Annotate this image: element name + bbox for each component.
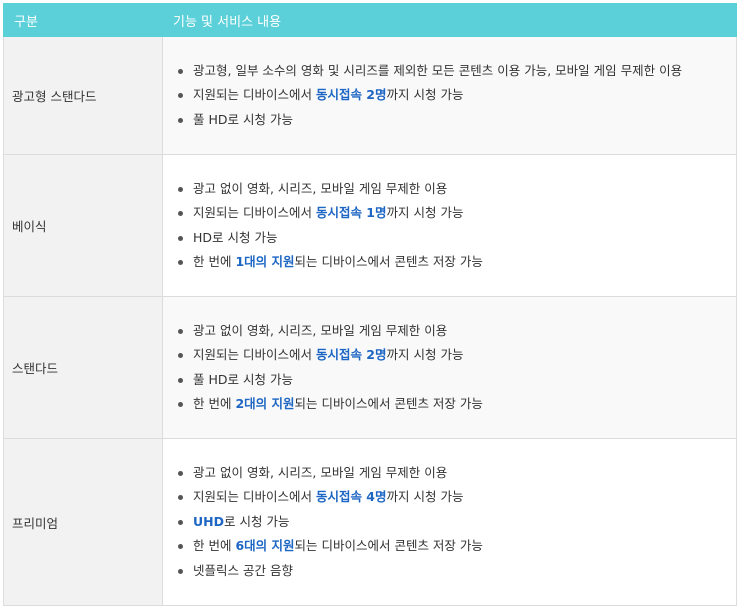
- feature-text: 지원되는 디바이스에서: [193, 87, 316, 103]
- feature-list: 광고형, 일부 소수의 영화 및 시리즈를 제외한 모든 콘텐츠 이용 가능, …: [173, 59, 726, 133]
- feature-text: 로 시청 가능: [224, 513, 290, 529]
- feature-text: 한 번에: [193, 254, 236, 269]
- feature-item: 지원되는 디바이스에서 동시접속 1명까지 시청 가능: [178, 201, 726, 226]
- feature-text: HD로 시청 가능: [193, 229, 278, 245]
- plan-name: 광고형 스탠다드: [3, 36, 163, 155]
- feature-item: 한 번에 6대의 지원되는 디바이스에서 콘텐츠 저장 가능: [178, 534, 726, 559]
- feature-item: 풀 HD로 시청 가능: [178, 368, 726, 393]
- feature-text: 광고 없이 영화, 시리즈, 모바일 게임 무제한 이용: [193, 322, 448, 338]
- feature-text: 까지 시청 가능: [386, 489, 464, 505]
- feature-text: 광고형, 일부 소수의 영화 및 시리즈를 제외한 모든 콘텐츠 이용 가능, …: [193, 62, 683, 78]
- feature-item: 지원되는 디바이스에서 동시접속 4명까지 시청 가능: [178, 485, 726, 510]
- feature-highlight: 동시접속 4명: [315, 489, 387, 505]
- feature-item: 지원되는 디바이스에서 동시접속 2명까지 시청 가능: [178, 343, 726, 368]
- feature-item: 광고형, 일부 소수의 영화 및 시리즈를 제외한 모든 콘텐츠 이용 가능, …: [178, 59, 726, 84]
- plan-row-standard: 스탠다드 광고 없이 영화, 시리즈, 모바일 게임 무제한 이용지원되는 디바…: [3, 296, 737, 439]
- feature-item: 한 번에 1대의 지원되는 디바이스에서 콘텐츠 저장 가능: [178, 250, 726, 275]
- feature-text: 한 번에: [193, 396, 236, 411]
- feature-item: 넷플릭스 공간 음향: [178, 559, 726, 584]
- feature-text: 지원되는 디바이스에서: [193, 347, 316, 362]
- feature-text: 까지 시청 가능: [386, 87, 464, 103]
- plan-features: 광고형, 일부 소수의 영화 및 시리즈를 제외한 모든 콘텐츠 이용 가능, …: [162, 36, 737, 155]
- header-category: 구분: [3, 3, 163, 37]
- feature-item: UHD로 시청 가능: [178, 510, 726, 535]
- feature-text: 되는 디바이스에서 콘텐츠 저장 가능: [294, 396, 483, 411]
- plan-row-premium: 프리미엄 광고 없이 영화, 시리즈, 모바일 게임 무제한 이용지원되는 디바…: [3, 438, 737, 606]
- feature-list: 광고 없이 영화, 시리즈, 모바일 게임 무제한 이용지원되는 디바이스에서 …: [173, 461, 726, 584]
- feature-text: 되는 디바이스에서 콘텐츠 저장 가능: [294, 538, 483, 554]
- feature-text: 까지 시청 가능: [386, 205, 464, 220]
- plan-comparison-table: 구분 기능 및 서비스 내용 광고형 스탠다드 광고형, 일부 소수의 영화 및…: [3, 3, 737, 606]
- feature-item: 광고 없이 영화, 시리즈, 모바일 게임 무제한 이용: [178, 319, 726, 344]
- feature-text: 지원되는 디바이스에서: [193, 489, 316, 505]
- feature-text: 지원되는 디바이스에서: [193, 205, 316, 220]
- plan-name: 스탠다드: [3, 296, 163, 439]
- feature-highlight: 동시접속 1명: [315, 205, 387, 220]
- feature-text: 광고 없이 영화, 시리즈, 모바일 게임 무제한 이용: [193, 180, 448, 196]
- feature-text: 한 번에: [193, 538, 236, 554]
- feature-text: 풀 HD로 시청 가능: [193, 371, 293, 387]
- feature-highlight: 1대의 지원: [235, 254, 295, 269]
- feature-text: 까지 시청 가능: [386, 347, 464, 362]
- plan-features: 광고 없이 영화, 시리즈, 모바일 게임 무제한 이용지원되는 디바이스에서 …: [162, 154, 737, 297]
- feature-item: 광고 없이 영화, 시리즈, 모바일 게임 무제한 이용: [178, 461, 726, 486]
- plan-features: 광고 없이 영화, 시리즈, 모바일 게임 무제한 이용지원되는 디바이스에서 …: [162, 438, 737, 606]
- feature-list: 광고 없이 영화, 시리즈, 모바일 게임 무제한 이용지원되는 디바이스에서 …: [173, 177, 726, 275]
- feature-text: 광고 없이 영화, 시리즈, 모바일 게임 무제한 이용: [193, 464, 448, 480]
- feature-highlight: 6대의 지원: [235, 538, 295, 554]
- table-header-row: 구분 기능 및 서비스 내용: [3, 3, 737, 37]
- feature-text: 넷플릭스 공간 음향: [193, 562, 293, 578]
- feature-highlight: 2대의 지원: [235, 396, 295, 411]
- feature-item: 한 번에 2대의 지원되는 디바이스에서 콘텐츠 저장 가능: [178, 392, 726, 417]
- plan-row-ad-standard: 광고형 스탠다드 광고형, 일부 소수의 영화 및 시리즈를 제외한 모든 콘텐…: [3, 36, 737, 155]
- feature-highlight: 동시접속 2명: [315, 87, 387, 103]
- feature-text: 풀 HD로 시청 가능: [193, 111, 293, 127]
- feature-text: 되는 디바이스에서 콘텐츠 저장 가능: [294, 254, 483, 269]
- feature-item: 풀 HD로 시청 가능: [178, 108, 726, 133]
- feature-item: 광고 없이 영화, 시리즈, 모바일 게임 무제한 이용: [178, 177, 726, 202]
- feature-list: 광고 없이 영화, 시리즈, 모바일 게임 무제한 이용지원되는 디바이스에서 …: [173, 319, 726, 417]
- plan-name: 프리미엄: [3, 438, 163, 606]
- plan-row-basic: 베이식 광고 없이 영화, 시리즈, 모바일 게임 무제한 이용지원되는 디바이…: [3, 154, 737, 297]
- feature-highlight: UHD: [193, 513, 224, 529]
- feature-item: 지원되는 디바이스에서 동시접속 2명까지 시청 가능: [178, 83, 726, 108]
- feature-item: HD로 시청 가능: [178, 226, 726, 251]
- plan-name: 베이식: [3, 154, 163, 297]
- feature-highlight: 동시접속 2명: [315, 347, 387, 362]
- header-features: 기능 및 서비스 내용: [162, 3, 737, 37]
- plan-features: 광고 없이 영화, 시리즈, 모바일 게임 무제한 이용지원되는 디바이스에서 …: [162, 296, 737, 439]
